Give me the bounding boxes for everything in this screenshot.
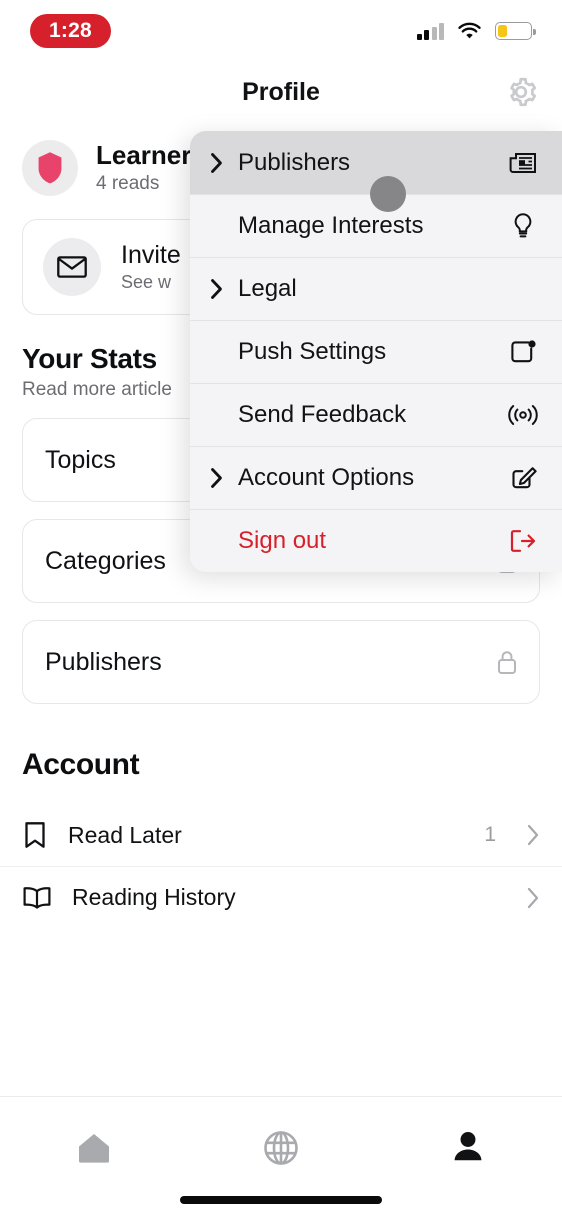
chevron-right-icon <box>210 152 234 174</box>
shield-badge-icon <box>38 152 62 184</box>
account-list: Read Later 1 Reading History <box>0 804 562 928</box>
profile-reads-count: 4 reads <box>96 172 160 194</box>
chevron-right-icon <box>526 886 540 910</box>
menu-item-label: Account Options <box>238 464 415 491</box>
phone-screen: 1:28 Profile Learner 4 reads Invite See … <box>0 0 562 1218</box>
account-row-reading-history[interactable]: Reading History <box>0 866 562 928</box>
invite-title: Invite <box>121 240 181 269</box>
account-row-read-later[interactable]: Read Later 1 <box>0 804 562 866</box>
menu-item-legal[interactable]: Legal <box>190 257 562 320</box>
open-book-icon <box>23 886 51 909</box>
broadcast-icon <box>506 403 540 427</box>
menu-item-label: Legal <box>238 275 297 302</box>
tab-discover[interactable] <box>221 1121 341 1175</box>
tab-home[interactable] <box>34 1121 154 1175</box>
settings-button[interactable] <box>501 72 541 112</box>
lock-icon <box>497 650 517 675</box>
newspaper-icon <box>506 150 540 176</box>
envelope-icon-wrap <box>43 238 101 296</box>
page-title: Profile <box>242 77 320 106</box>
menu-item-label: Send Feedback <box>238 401 407 428</box>
stat-card-publishers[interactable]: Publishers <box>22 620 540 704</box>
stat-card-label: Topics <box>45 445 116 474</box>
person-icon <box>454 1132 482 1161</box>
chevron-right-icon <box>526 823 540 847</box>
read-later-count: 1 <box>484 823 496 846</box>
bookmark-icon <box>25 822 45 848</box>
bottom-tab-bar <box>0 1096 562 1218</box>
page-header: Profile <box>0 62 562 122</box>
account-row-label: Read Later <box>68 821 182 848</box>
push-notification-icon <box>506 339 540 366</box>
edit-square-icon <box>506 465 540 492</box>
envelope-icon <box>57 256 87 278</box>
chevron-right-icon <box>210 467 234 489</box>
gear-icon <box>510 77 537 107</box>
status-time-recording-pill: 1:28 <box>30 14 111 48</box>
home-icon <box>78 1134 109 1163</box>
wifi-icon <box>458 22 481 38</box>
account-section-header: Account <box>0 704 562 782</box>
menu-item-label: Manage Interests <box>238 212 424 239</box>
stat-card-label: Publishers <box>45 647 162 676</box>
menu-item-push-settings[interactable]: Push Settings <box>190 320 562 383</box>
menu-item-label: Sign out <box>238 527 327 554</box>
profile-name: Learner <box>96 140 192 171</box>
sign-out-icon <box>506 528 540 554</box>
menu-item-account-options[interactable]: Account Options <box>190 446 562 509</box>
account-row-label: Reading History <box>72 884 236 910</box>
menu-item-label: Publishers <box>238 148 351 176</box>
status-indicators <box>416 22 536 41</box>
home-indicator <box>180 1196 382 1204</box>
menu-item-label: Push Settings <box>238 338 387 365</box>
menu-item-send-feedback[interactable]: Send Feedback <box>190 383 562 446</box>
stat-card-label: Categories <box>45 546 166 575</box>
battery-low-power-icon <box>495 22 536 40</box>
account-title: Account <box>22 748 140 781</box>
invite-subtitle: See w <box>121 272 172 293</box>
lightbulb-icon <box>506 212 540 240</box>
menu-item-sign-out[interactable]: Sign out <box>190 509 562 572</box>
chevron-right-icon <box>210 278 234 300</box>
cursor-dot <box>370 176 406 212</box>
status-bar: 1:28 <box>0 0 562 62</box>
cellular-signal-icon <box>416 22 444 40</box>
tab-profile[interactable] <box>408 1121 528 1175</box>
avatar <box>22 140 78 196</box>
globe-icon <box>264 1131 298 1165</box>
